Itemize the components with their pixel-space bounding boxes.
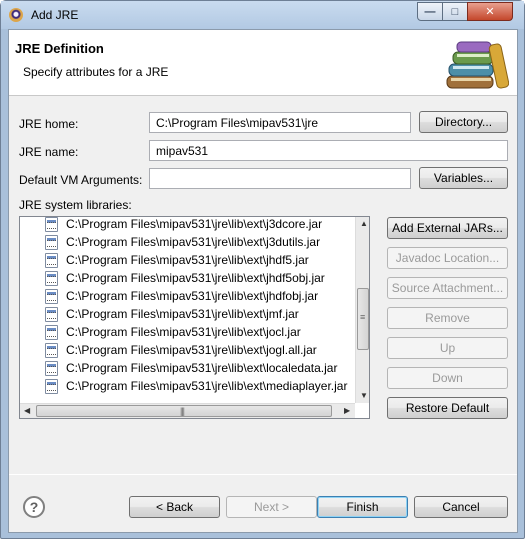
system-libraries-label: JRE system libraries: xyxy=(19,198,132,212)
back-button[interactable]: < Back xyxy=(129,496,220,518)
list-item[interactable]: C:\Program Files\mipav531\jre\lib\ext\j3… xyxy=(45,217,322,233)
system-libraries-list[interactable]: C:\Program Files\mipav531\jre\lib\ext\j3… xyxy=(19,216,370,419)
variables-button[interactable]: Variables... xyxy=(419,167,508,189)
grip-icon: ≡ xyxy=(360,312,365,322)
title-bar[interactable]: Add JRE — □ ✕ xyxy=(1,1,524,29)
jar-file-icon xyxy=(45,288,58,304)
eclipse-icon xyxy=(9,8,23,22)
vm-arguments-input[interactable] xyxy=(149,168,411,189)
page-subtitle: Specify attributes for a JRE xyxy=(23,65,169,79)
jre-home-input[interactable]: C:\Program Files\mipav531\jre xyxy=(149,112,411,133)
remove-button[interactable]: Remove xyxy=(387,307,508,329)
list-item[interactable]: C:\Program Files\mipav531\jre\lib\ext\j3… xyxy=(45,233,320,251)
jar-file-icon xyxy=(45,324,58,340)
scroll-up-arrow-icon[interactable]: ▲ xyxy=(360,220,368,228)
restore-default-button[interactable]: Restore Default xyxy=(387,397,508,419)
list-item[interactable]: C:\Program Files\mipav531\jre\lib\ext\me… xyxy=(45,377,347,395)
cancel-button[interactable]: Cancel xyxy=(414,496,508,518)
maximize-button[interactable]: □ xyxy=(442,2,468,21)
jar-file-icon xyxy=(45,360,58,376)
next-button[interactable]: Next > xyxy=(226,496,317,518)
list-item[interactable]: C:\Program Files\mipav531\jre\lib\ext\jm… xyxy=(45,305,299,323)
jar-file-icon xyxy=(45,252,58,268)
library-books-icon xyxy=(446,41,509,89)
list-item[interactable]: C:\Program Files\mipav531\jre\lib\ext\jo… xyxy=(45,323,301,341)
jre-home-label: JRE home: xyxy=(19,117,79,131)
minimize-button[interactable]: — xyxy=(417,2,443,21)
footer-separator xyxy=(9,474,517,475)
up-button[interactable]: Up xyxy=(387,337,508,359)
wizard-header: JRE Definition Specify attributes for a … xyxy=(9,30,517,96)
jar-file-icon xyxy=(45,234,58,250)
horizontal-scrollbar[interactable]: ◀ ||| ▶ xyxy=(20,403,355,418)
jar-file-icon xyxy=(45,270,58,286)
javadoc-location-button[interactable]: Javadoc Location... xyxy=(387,247,508,269)
jar-file-icon xyxy=(45,306,58,322)
list-item[interactable]: C:\Program Files\mipav531\jre\lib\ext\jo… xyxy=(45,341,317,359)
jre-name-input[interactable]: mipav531 xyxy=(149,140,508,161)
vm-arguments-label: Default VM Arguments: xyxy=(19,173,143,187)
dialog-client-area: JRE Definition Specify attributes for a … xyxy=(8,29,518,533)
source-attachment-button[interactable]: Source Attachment... xyxy=(387,277,508,299)
scroll-right-arrow-icon[interactable]: ▶ xyxy=(344,407,350,415)
directory-button[interactable]: Directory... xyxy=(419,111,508,133)
list-item[interactable]: C:\Program Files\mipav531\jre\lib\ext\lo… xyxy=(45,359,337,377)
grip-icon: ||| xyxy=(180,406,185,416)
jre-name-label: JRE name: xyxy=(19,145,79,159)
add-jre-window: Add JRE — □ ✕ JRE Definition Specify att… xyxy=(0,0,525,539)
add-external-jars-button[interactable]: Add External JARs... xyxy=(387,217,508,239)
horizontal-scroll-thumb[interactable]: ||| xyxy=(36,405,332,417)
vertical-scrollbar[interactable]: ▲ ≡ ▼ xyxy=(355,217,369,403)
list-item[interactable]: C:\Program Files\mipav531\jre\lib\ext\jh… xyxy=(45,287,318,305)
scroll-left-arrow-icon[interactable]: ◀ xyxy=(24,407,30,415)
help-icon[interactable]: ? xyxy=(23,496,45,518)
jar-file-icon xyxy=(45,342,58,358)
close-button[interactable]: ✕ xyxy=(467,2,513,21)
scroll-down-arrow-icon[interactable]: ▼ xyxy=(360,392,368,400)
jar-file-icon xyxy=(45,217,58,232)
page-title: JRE Definition xyxy=(15,41,104,56)
vertical-scroll-thumb[interactable]: ≡ xyxy=(357,288,369,350)
list-item[interactable]: C:\Program Files\mipav531\jre\lib\ext\jh… xyxy=(45,251,309,269)
finish-button[interactable]: Finish xyxy=(317,496,408,518)
down-button[interactable]: Down xyxy=(387,367,508,389)
jar-file-icon xyxy=(45,378,58,394)
window-title: Add JRE xyxy=(31,8,79,22)
list-item[interactable]: C:\Program Files\mipav531\jre\lib\ext\jh… xyxy=(45,269,325,287)
